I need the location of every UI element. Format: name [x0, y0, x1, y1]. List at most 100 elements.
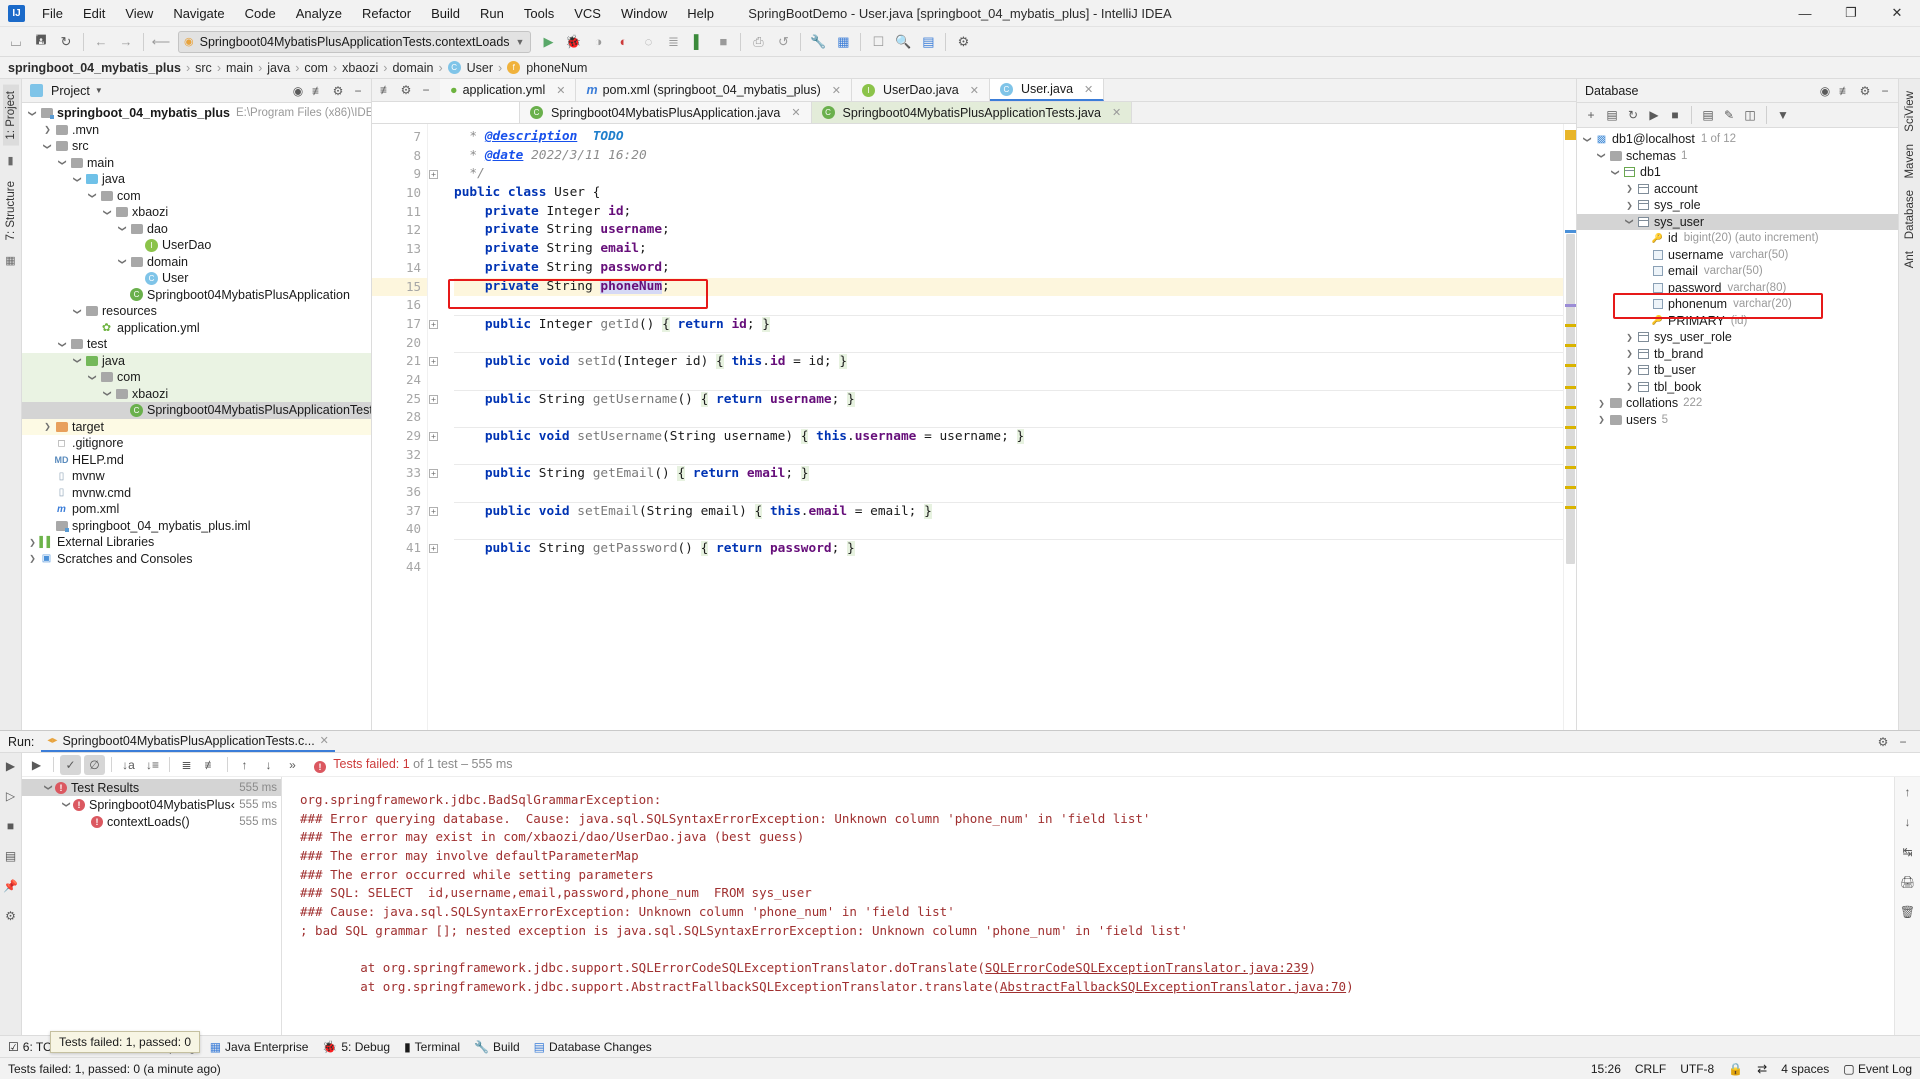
breadcrumb-item-xbaozi[interactable]: xbaozi — [342, 61, 378, 75]
project-tree-node[interactable]: ❯ domain — [22, 254, 371, 271]
open-project-icon[interactable]: ⌴ — [4, 30, 28, 54]
toolwindow-debug[interactable]: 🐞 5: Debug — [322, 1040, 390, 1054]
tree-expander-icon[interactable]: ❯ — [41, 125, 54, 134]
filter-icon[interactable]: ▼ — [1774, 106, 1792, 124]
database-tree-node[interactable]: ❯ sys_role — [1577, 197, 1898, 214]
tree-expander-icon[interactable]: ❯ — [1623, 201, 1636, 210]
tree-expander-icon[interactable]: ❯ — [56, 340, 69, 349]
close-icon[interactable]: ✕ — [320, 734, 329, 747]
editor-tab-userdao-java[interactable]: I UserDao.java ✕ — [851, 79, 990, 101]
project-tree-node[interactable]: ❯▯mvnw.cmd — [22, 485, 371, 502]
editor-tab-springboot-application-tests[interactable]: C Springboot04MybatisPlusApplicationTest… — [811, 102, 1133, 123]
gear-icon[interactable]: ⚙ — [1874, 733, 1892, 751]
menu-run[interactable]: Run — [470, 3, 514, 24]
maximize-button[interactable]: ❐ — [1828, 0, 1874, 26]
scroll-from-source-icon[interactable]: ◉ — [289, 82, 307, 100]
sync-icon[interactable]: ↻ — [54, 30, 78, 54]
breadcrumb-item-main[interactable]: main — [226, 61, 253, 75]
code-editor[interactable]: 7 8 9 +10 11 12 13 14 15 16 17 +20 21 +24 25 +28 29 +32 33… — [372, 124, 1576, 730]
stacktrace-link[interactable]: AbstractFallbackSQLExceptionTranslator.j… — [1000, 979, 1346, 994]
database-tree-node[interactable]: ❯ tb_brand — [1577, 346, 1898, 363]
close-icon[interactable]: ✕ — [832, 84, 841, 97]
add-datasource-icon[interactable]: + — [1582, 106, 1600, 124]
settings-icon[interactable]: ⚙ — [2, 907, 20, 925]
test-tree-node[interactable]: ❯! Springboot04MybatisPlus‹ 555 ms — [22, 796, 281, 813]
tree-expander-icon[interactable]: ❯ — [56, 158, 69, 167]
sort-by-duration-icon[interactable]: ↓≡ — [142, 755, 163, 775]
rerun-icon[interactable]: ▶ — [2, 757, 20, 775]
dump-threads-icon[interactable]: ▤ — [2, 847, 20, 865]
print-icon[interactable]: 🖨 — [1899, 873, 1917, 891]
database-tree-node[interactable]: ❯ tb_user — [1577, 362, 1898, 379]
project-tree-node[interactable]: ❯CSpringboot04MybatisPlusApplication — [22, 287, 371, 304]
scroll-down-icon[interactable]: ↓ — [1899, 813, 1917, 831]
editor-code-content[interactable]: * @description TODO * @date 2022/3/11 16… — [428, 124, 1563, 730]
database-tree-node[interactable]: ❯ sys_user — [1577, 213, 1898, 230]
collapse-icon[interactable]: ≢ — [377, 81, 395, 99]
sidebar-tab-ant[interactable]: Ant — [1902, 245, 1918, 274]
test-tree-node[interactable]: ❯! Test Results 555 ms — [22, 779, 281, 796]
project-tree-node[interactable]: ❯mpom.xml — [22, 501, 371, 518]
select-target-icon[interactable]: ☐ — [866, 30, 890, 54]
run-query-icon[interactable]: ▶ — [1645, 106, 1663, 124]
menu-analyze[interactable]: Analyze — [286, 3, 352, 24]
breadcrumb-item-phonenum[interactable]: phoneNum — [526, 61, 587, 75]
close-icon[interactable]: ✕ — [1112, 106, 1121, 119]
close-button[interactable]: ✕ — [1874, 0, 1920, 26]
thread-dump-icon[interactable]: ▌ — [686, 30, 710, 54]
project-tree[interactable]: ❯ springboot_04_mybatis_plus E:\Program Fi… — [22, 103, 371, 730]
clear-all-icon[interactable]: 🗑 — [1899, 903, 1917, 921]
hide-icon[interactable]: − — [417, 81, 435, 99]
project-tree-node[interactable]: ❯✿application.yml — [22, 320, 371, 337]
pin-tab-icon[interactable]: 📌 — [2, 877, 20, 895]
step-over-icon[interactable]: ≣ — [661, 30, 685, 54]
database-tree-node[interactable]: ❯ account — [1577, 181, 1898, 198]
save-all-icon[interactable]: 🖪 — [29, 30, 53, 54]
table-editor-icon[interactable]: ▤ — [1699, 106, 1717, 124]
branch-icon[interactable]: ⇄ — [1757, 1062, 1767, 1076]
editor-tab-springboot-application[interactable]: C Springboot04MybatisPlusApplication.jav… — [520, 102, 812, 123]
tree-expander-icon[interactable]: ❯ — [1623, 366, 1636, 375]
project-tree-node[interactable]: ❯ java — [22, 171, 371, 188]
tree-expander-icon[interactable]: ❯ — [1623, 184, 1636, 193]
menu-navigate[interactable]: Navigate — [163, 3, 234, 24]
tree-expander-icon[interactable]: ❯ — [116, 224, 129, 233]
project-tree-node[interactable]: ❯ ▌▌ External Libraries — [22, 534, 371, 551]
hide-panel-icon[interactable]: − — [1876, 82, 1894, 100]
tree-expander-icon[interactable]: ❯ — [1623, 382, 1636, 391]
status-line-separator[interactable]: CRLF — [1635, 1062, 1666, 1076]
show-passed-toggle[interactable]: ✓ — [60, 754, 81, 775]
console-output[interactable]: org.springframework.jdbc.BadSqlGrammarEx… — [282, 777, 1894, 1035]
editor-marker-bar[interactable] — [1563, 124, 1576, 730]
close-icon[interactable]: ✕ — [791, 106, 800, 119]
chevron-down-icon[interactable]: ▼ — [95, 86, 103, 95]
scroll-up-icon[interactable]: ↑ — [1899, 783, 1917, 801]
lock-icon[interactable]: 🔒 — [1728, 1062, 1743, 1076]
data-editor-icon[interactable]: ◫ — [1741, 106, 1759, 124]
menu-tools[interactable]: Tools — [514, 3, 564, 24]
tree-expander-icon[interactable]: ❯ — [26, 538, 39, 547]
menu-code[interactable]: Code — [235, 3, 286, 24]
editor-tab-application-yml[interactable]: ● application.yml ✕ — [440, 79, 577, 101]
editor-tab-pom-xml[interactable]: m pom.xml (springboot_04_mybatis_plus) ✕ — [576, 79, 852, 101]
menu-vcs[interactable]: VCS — [564, 3, 611, 24]
run-tab[interactable]: ◂▸ Springboot04MybatisPlusApplicationTes… — [41, 732, 335, 752]
more-actions-icon[interactable]: » — [282, 755, 303, 775]
menu-refactor[interactable]: Refactor — [352, 3, 421, 24]
project-tree-node[interactable]: ❯ src — [22, 138, 371, 155]
tree-expander-icon[interactable]: ❯ — [101, 389, 114, 398]
settings-icon[interactable]: ⚙ — [951, 30, 975, 54]
breadcrumb-item-com[interactable]: com — [304, 61, 328, 75]
menu-file[interactable]: File — [32, 3, 73, 24]
sort-alphabetically-icon[interactable]: ↓a — [118, 755, 139, 775]
tree-expander-icon[interactable]: ❯ — [1595, 399, 1608, 408]
database-tree-node[interactable]: ❯🔑PRIMARY(id) — [1577, 313, 1898, 330]
refresh-icon[interactable]: ↻ — [1624, 106, 1642, 124]
expand-all-icon[interactable]: ≣ — [176, 755, 197, 775]
modules-strip-icon[interactable]: ▦ — [5, 254, 15, 267]
sidebar-tab-sciview[interactable]: SciView — [1902, 85, 1918, 138]
database-tree-node[interactable]: ❯ schemas 1 — [1577, 148, 1898, 165]
event-log-button[interactable]: ▢ Event Log — [1843, 1062, 1912, 1076]
run-with-coverage-icon[interactable]: ◑ — [586, 30, 610, 54]
database-tree-node[interactable]: ❯ ▩ db1@localhost 1 of 12 — [1577, 131, 1898, 148]
